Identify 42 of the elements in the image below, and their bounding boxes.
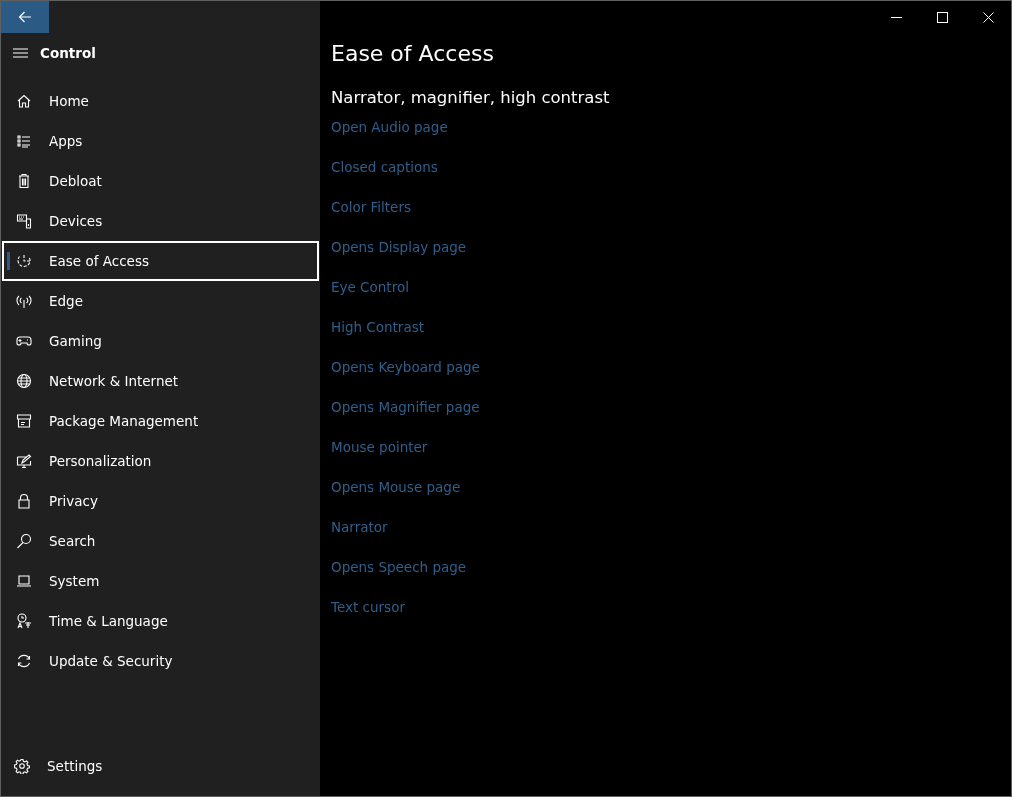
nav-item[interactable]: Network & Internet bbox=[2, 361, 319, 401]
minimize-icon bbox=[890, 16, 902, 18]
close-icon bbox=[982, 11, 994, 23]
globe-icon bbox=[16, 373, 32, 389]
laptop-icon bbox=[16, 573, 32, 589]
padlock-icon bbox=[16, 493, 32, 509]
gamepad-icon bbox=[16, 333, 32, 349]
menu-icon bbox=[12, 45, 28, 61]
nav-item[interactable]: Time & Language bbox=[2, 601, 319, 641]
nav-item[interactable]: Ease of Access bbox=[2, 241, 319, 281]
search-icon bbox=[16, 533, 32, 549]
section-subtitle: Narrator, magnifier, high contrast bbox=[331, 88, 611, 107]
nav-item[interactable]: Home bbox=[2, 81, 319, 121]
archive-box-icon bbox=[16, 413, 32, 429]
nav-item[interactable]: Privacy bbox=[2, 481, 319, 521]
nav-item[interactable]: System bbox=[2, 561, 319, 601]
dial-icon bbox=[16, 253, 32, 269]
keyboard-phone-icon bbox=[16, 213, 32, 229]
list-icon bbox=[16, 133, 32, 149]
back-arrow-icon bbox=[18, 11, 32, 23]
clock-text-icon bbox=[16, 613, 32, 629]
back-button[interactable] bbox=[1, 1, 49, 33]
settings-icon bbox=[14, 758, 30, 774]
nav-item[interactable]: Gaming bbox=[2, 321, 319, 361]
antenna-icon bbox=[16, 293, 32, 309]
maximize-icon bbox=[936, 11, 948, 23]
settings-item[interactable]: Settings bbox=[1, 746, 320, 786]
sync-arrows-icon bbox=[16, 653, 32, 669]
nav-item[interactable]: Apps bbox=[2, 121, 319, 161]
app-title: Control bbox=[40, 45, 96, 61]
menu-button[interactable] bbox=[12, 45, 28, 61]
nav-item[interactable]: Update & Security bbox=[2, 641, 319, 681]
page-title: Ease of Access bbox=[331, 41, 495, 66]
nav-item[interactable]: Edge bbox=[2, 281, 319, 321]
trash-can-icon bbox=[16, 173, 32, 189]
nav-item[interactable]: Devices bbox=[2, 201, 319, 241]
nav-item[interactable]: Search bbox=[2, 521, 319, 561]
nav-item[interactable]: Personalization bbox=[2, 441, 319, 481]
nav-item[interactable]: Debloat bbox=[2, 161, 319, 201]
nav-item[interactable]: Package Management bbox=[2, 401, 319, 441]
monitor-pen-icon bbox=[16, 453, 32, 469]
home-icon bbox=[16, 93, 32, 109]
